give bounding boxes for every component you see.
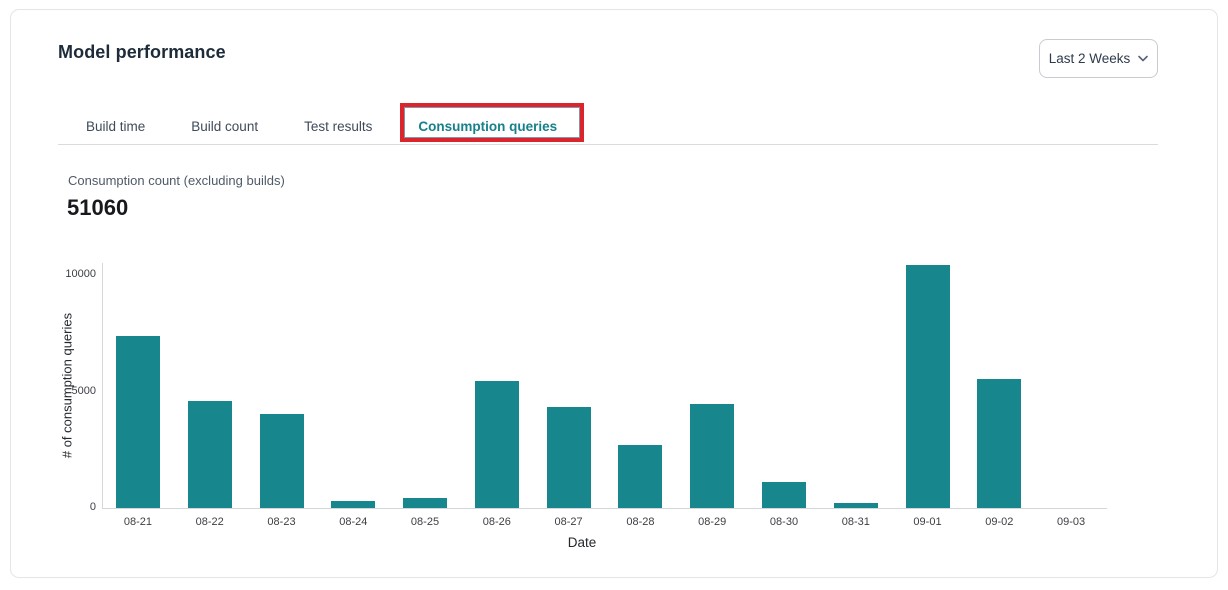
y-tick-label: 0: [52, 501, 96, 513]
bar[interactable]: [475, 381, 519, 508]
x-tick-label: 08-27: [533, 516, 605, 528]
x-tick-label: 08-24: [317, 516, 389, 528]
y-tick-label: 5000: [52, 385, 96, 397]
x-tick-label: 08-30: [748, 516, 820, 528]
x-tick-label: 09-02: [963, 516, 1035, 528]
x-tick-label: 08-28: [605, 516, 677, 528]
bar[interactable]: [116, 336, 160, 508]
x-tick-label: 08-21: [102, 516, 174, 528]
x-tick-label: 08-22: [174, 516, 246, 528]
x-tick-label: 08-31: [820, 516, 892, 528]
tab-build-count[interactable]: Build count: [191, 115, 258, 138]
tabs-divider: [58, 144, 1158, 145]
bar[interactable]: [403, 498, 447, 508]
tab-bar: Build time Build count Test results Cons…: [86, 115, 557, 138]
x-tick-label: 09-03: [1035, 516, 1107, 528]
bar[interactable]: [762, 482, 806, 508]
tab-build-time[interactable]: Build time: [86, 115, 145, 138]
bar[interactable]: [977, 379, 1021, 508]
bar[interactable]: [618, 445, 662, 508]
bar[interactable]: [188, 401, 232, 508]
y-axis-title: # of consumption queries: [60, 236, 75, 536]
bar[interactable]: [834, 503, 878, 508]
y-axis-line: [102, 263, 103, 508]
x-tick-label: 08-25: [389, 516, 461, 528]
bar[interactable]: [690, 404, 734, 508]
model-performance-card: Model performance Last 2 Weeks Build tim…: [10, 9, 1218, 578]
bar[interactable]: [906, 265, 950, 508]
metric-label: Consumption count (excluding builds): [68, 173, 285, 188]
x-tick-label: 08-23: [246, 516, 318, 528]
bar[interactable]: [547, 407, 591, 508]
x-axis-title: Date: [532, 535, 632, 550]
period-selector-dropdown[interactable]: Last 2 Weeks: [1039, 39, 1158, 78]
chevron-down-icon: [1138, 55, 1148, 62]
period-selector-value: Last 2 Weeks: [1049, 51, 1131, 66]
x-axis-line: [102, 508, 1107, 509]
tab-test-results[interactable]: Test results: [304, 115, 372, 138]
x-tick-label: 09-01: [892, 516, 964, 528]
y-tick-label: 10000: [52, 268, 96, 280]
bar[interactable]: [260, 414, 304, 508]
consumption-bar-chart: # of consumption queries Date 0 5000 10000…: [11, 10, 1219, 579]
x-tick-label: 08-29: [676, 516, 748, 528]
page-title: Model performance: [58, 42, 226, 63]
x-tick-label: 08-26: [461, 516, 533, 528]
metric-value: 51060: [67, 195, 128, 221]
tab-consumption-queries[interactable]: Consumption queries: [418, 115, 557, 138]
bar[interactable]: [331, 501, 375, 508]
